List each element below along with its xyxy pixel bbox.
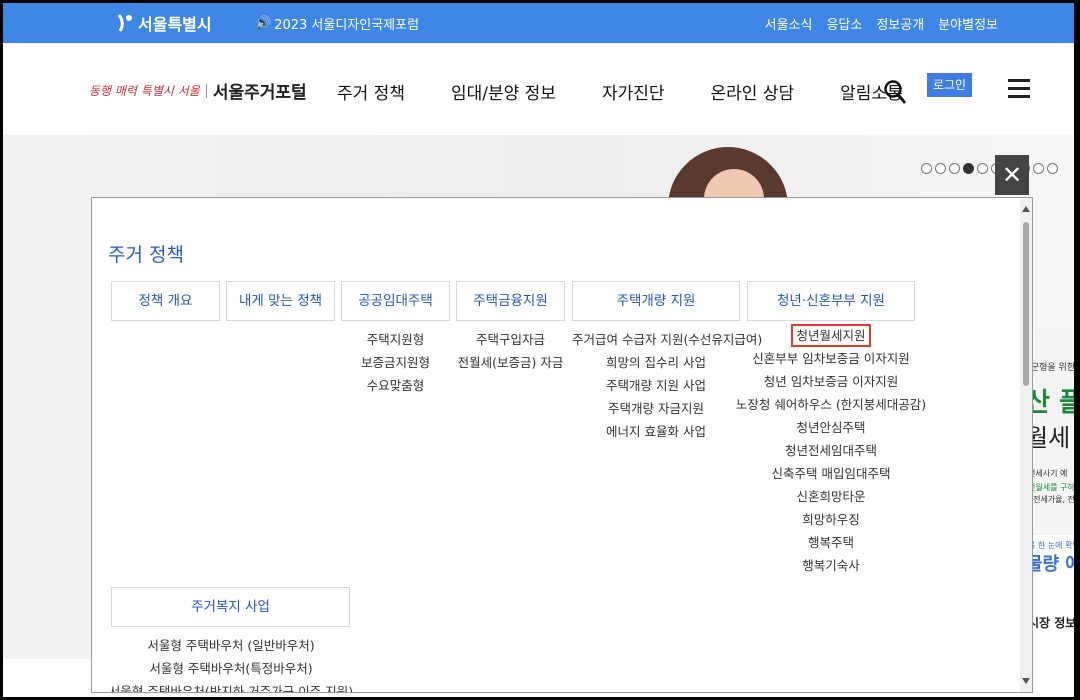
search-icon[interactable] <box>883 79 907 105</box>
speaker-icon: 🔊 <box>255 16 272 31</box>
list-item[interactable]: 전월세(보증금) 자금 <box>456 351 565 374</box>
banner-text: 전세사기 예 <box>1028 469 1068 478</box>
brand-divider <box>205 83 207 98</box>
list-item[interactable]: 보증금지원형 <box>341 351 450 374</box>
banner-text: 월세 시 <box>1026 424 1074 452</box>
list-item[interactable]: 청년안심주택 <box>732 416 930 439</box>
top-utility-bar: 서울특별시 🔊 2023 서울디자인국제포럼 서울소식 응답소 정보공개 분야별… <box>3 3 1074 43</box>
category-public-rental[interactable]: 공공임대주택 <box>341 281 450 321</box>
site-brand[interactable]: 동행 매력 특별시 서울 서울주거포털 <box>89 78 307 103</box>
category-housing-improvement[interactable]: 주택개량 지원 <box>572 281 740 321</box>
scrollbar-thumb[interactable] <box>1023 222 1029 386</box>
seoul-logo[interactable]: 서울특별시 <box>116 9 212 37</box>
list-item[interactable]: 수요맞춤형 <box>341 374 450 397</box>
category-my-policy[interactable]: 내게 맞는 정책 <box>226 281 335 321</box>
list-item[interactable]: 주거급여 수급자 지원(수선유지급여) <box>572 328 762 351</box>
list-item[interactable]: 희망의 집수리 사업 <box>572 351 740 374</box>
panel-title: 주거 정책 <box>108 244 184 266</box>
hamburger-menu-icon[interactable] <box>1008 79 1030 99</box>
sitemap-panel: 주거 정책 정책 개요 내게 맞는 정책 공공임대주택 주택금융지원 주택개량 … <box>91 197 1033 693</box>
slider-dot[interactable] <box>921 163 932 174</box>
list-item[interactable]: 주택개량 자금지원 <box>572 397 740 420</box>
banner-text: , 전세가율, 전 <box>1028 495 1074 504</box>
top-link-info-open[interactable]: 정보공개 <box>876 14 924 33</box>
scroll-down-arrow-icon[interactable] <box>1022 678 1030 684</box>
list-item[interactable]: 에너지 효율화 사업 <box>572 420 740 443</box>
close-menu-button[interactable]: ✕ <box>995 155 1029 195</box>
housing-finance-sublist: 주택구입자금 전월세(보증금) 자금 <box>456 328 565 374</box>
category-housing-welfare[interactable]: 주거복지 사업 <box>111 587 350 627</box>
slider-dot[interactable] <box>1033 163 1044 174</box>
list-item[interactable]: 주택지원형 <box>341 328 450 351</box>
news-text: 2023 서울디자인국제포럼 <box>274 18 420 33</box>
list-item[interactable]: 주택개량 지원 사업 <box>572 374 740 397</box>
brand-name: 서울주거포털 <box>212 83 307 103</box>
housing-improvement-sublist: 주거급여 수급자 지원(수선유지급여) 희망의 집수리 사업 주택개량 지원 사… <box>572 328 762 443</box>
panel-scrollbar[interactable] <box>1020 198 1032 692</box>
list-item[interactable]: 희망하우징 <box>732 508 930 531</box>
main-nav: 주거 정책 임대/분양 정보 자가진단 온라인 상담 알림소통 <box>337 79 903 104</box>
banner-text: 시장 정보 <box>1028 616 1074 630</box>
browser-viewport: 서울특별시 🔊 2023 서울디자인국제포럼 서울소식 응답소 정보공개 분야별… <box>3 3 1074 697</box>
category-youth-newlywed[interactable]: 청년·신혼부부 지원 <box>747 281 915 321</box>
list-item[interactable]: 청년전세임대주택 <box>732 439 930 462</box>
list-item[interactable]: 행복주택 <box>732 531 930 554</box>
youth-newlywed-sublist: 청년월세지원 신혼부부 임차보증금 이자지원 청년 임차보증금 이자지원 노장청… <box>732 324 930 577</box>
seoul-logo-icon <box>116 13 134 33</box>
category-housing-finance[interactable]: 주택금융지원 <box>456 281 565 321</box>
list-item[interactable]: 주택구입자금 <box>456 328 565 351</box>
list-item[interactable]: 청년 임차보증금 이자지원 <box>732 370 930 393</box>
slider-dot[interactable] <box>935 163 946 174</box>
housing-welfare-sublist: 서울형 주택바우처 (일반바우처) 서울형 주택바우처(특정바우처) 서울형 주… <box>96 634 366 692</box>
list-item[interactable]: 서울형 주택바우처(반지하 거주가구 이주 지원) <box>96 680 366 692</box>
login-button[interactable]: 로그인 <box>927 73 972 97</box>
top-link-field-info[interactable]: 분야별정보 <box>938 14 998 33</box>
banner-text: ·군형을 위한 <box>1028 363 1074 373</box>
brand-slogan: 동행 매력 특별시 서울 <box>89 84 200 98</box>
list-item[interactable]: 서울형 주택바우처 (일반바우처) <box>96 634 366 657</box>
top-links: 서울소식 응답소 정보공개 분야별정보 <box>765 14 998 33</box>
nav-housing-policy[interactable]: 주거 정책 <box>337 79 405 104</box>
banner-text: 전월세를 구하 <box>1028 483 1074 492</box>
banner-text: 물량 예 <box>1026 554 1074 575</box>
list-item[interactable]: 신혼부부 임차보증금 이자지원 <box>732 347 930 370</box>
list-item[interactable]: 노장청 쉐어하우스 (한지붕세대공감) <box>732 393 930 416</box>
public-rental-sublist: 주택지원형 보증금지원형 수요맞춤형 <box>341 328 450 397</box>
nav-self-diagnosis[interactable]: 자가진단 <box>602 79 665 104</box>
top-link-seoul-news[interactable]: 서울소식 <box>765 14 813 33</box>
banner-text: 산 플 <box>1026 388 1074 418</box>
list-item[interactable]: 신축주택 매입임대주택 <box>732 462 930 485</box>
category-policy-overview[interactable]: 정책 개요 <box>111 281 220 321</box>
slider-pagination <box>921 163 1058 174</box>
slider-dot[interactable] <box>1047 163 1058 174</box>
site-header: 동행 매력 특별시 서울 서울주거포털 주거 정책 임대/분양 정보 자가진단 … <box>3 43 1074 135</box>
slider-dot[interactable] <box>977 163 988 174</box>
nav-rental-sale-info[interactable]: 임대/분양 정보 <box>451 79 556 104</box>
scroll-up-arrow-icon[interactable] <box>1022 206 1030 212</box>
slider-dot-active[interactable] <box>963 163 974 174</box>
nav-online-consult[interactable]: 온라인 상담 <box>711 79 795 104</box>
list-item-highlighted[interactable]: 청년월세지원 <box>791 324 871 347</box>
slider-dot[interactable] <box>949 163 960 174</box>
top-link-eungdapso[interactable]: 응답소 <box>826 14 862 33</box>
list-item[interactable]: 서울형 주택바우처(특정바우처) <box>96 657 366 680</box>
seoul-logo-text: 서울특별시 <box>138 15 212 34</box>
list-item[interactable]: 행복기숙사 <box>732 554 930 577</box>
list-item[interactable]: 신혼희망타운 <box>732 485 930 508</box>
news-ticker[interactable]: 🔊 2023 서울디자인국제포럼 <box>255 14 419 33</box>
